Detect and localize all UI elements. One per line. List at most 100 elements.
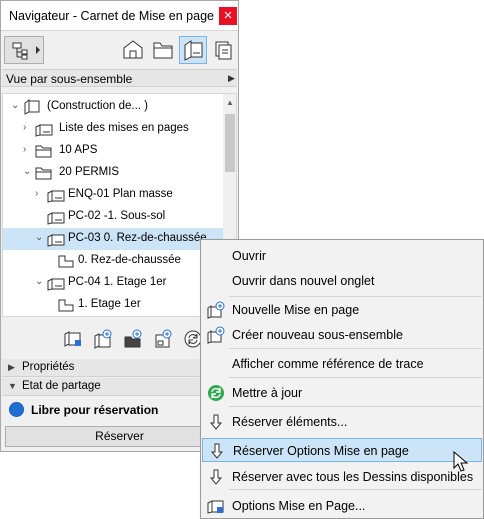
- chevron-down-icon[interactable]: ⌄: [35, 277, 45, 287]
- menu-item[interactable]: Afficher comme référence de trace: [202, 352, 482, 376]
- tree-row-label: Liste des mises en pages: [59, 122, 189, 134]
- view-selector[interactable]: Vue par sous-ensemble ▶: [2, 69, 237, 87]
- menu-item[interactable]: Créer nouveau sous-ensemble: [202, 323, 482, 347]
- chevron-down-icon[interactable]: ⌄: [11, 101, 21, 111]
- layout-book-button[interactable]: [179, 36, 207, 64]
- layout-settings-icon: [64, 331, 81, 347]
- menu-item[interactable]: Options Mise en Page...: [202, 494, 482, 518]
- tree-row-label: PC-04 1. Etage 1er: [68, 276, 167, 288]
- chevron-right-icon[interactable]: ›: [23, 145, 33, 155]
- title-bar: Navigateur - Carnet de Mise en page ×: [1, 1, 238, 31]
- reservation-status: Libre pour réservation: [7, 400, 207, 420]
- new-subset-button[interactable]: [123, 329, 143, 349]
- menu-item-label: Réserver avec tous les Dessins disponibl…: [232, 470, 474, 484]
- new-master-icon: [155, 329, 172, 348]
- window-title: Navigateur - Carnet de Mise en page: [9, 9, 214, 23]
- layout-icon: [47, 275, 65, 291]
- menu-separator: [229, 377, 481, 378]
- reserve-arrow-icon: [207, 413, 225, 431]
- new-master-button[interactable]: [153, 329, 173, 349]
- tree-row[interactable]: › Liste des mises en pages: [3, 118, 223, 140]
- reserve-arrow-icon: [207, 468, 225, 486]
- context-menu: Ouvrir Ouvrir dans nouvel onglet Nouvelle …: [200, 239, 484, 519]
- tree-row[interactable]: 0. Rez-de-chaussée: [3, 250, 223, 272]
- chevron-right-icon[interactable]: ›: [35, 189, 45, 199]
- tree-structure-icon: [12, 42, 40, 60]
- menu-item[interactable]: Mettre à jour: [202, 381, 482, 405]
- new-subset-icon: [207, 326, 225, 344]
- tree-row-label: 10 APS: [59, 144, 98, 156]
- menu-item-label: Ouvrir dans nouvel onglet: [232, 274, 375, 288]
- status-dot-icon: [9, 402, 24, 417]
- menu-item-label: Mettre à jour: [232, 386, 303, 400]
- tree-row[interactable]: ⌄ (Construction de... ): [3, 96, 223, 118]
- layout-icon: [47, 187, 65, 203]
- view-selector-label: Vue par sous-ensemble: [6, 72, 133, 86]
- tree-row[interactable]: › ENQ-01 Plan masse: [3, 184, 223, 206]
- tree-row[interactable]: PC-02 -1. Sous-sol: [3, 206, 223, 228]
- close-button[interactable]: ×: [219, 7, 237, 25]
- menu-item[interactable]: Réserver Options Mise en page: [202, 438, 482, 462]
- close-icon: ×: [223, 7, 233, 24]
- menu-item-label: Ouvrir: [232, 249, 267, 263]
- status-label: Libre pour réservation: [31, 403, 159, 417]
- view-map-button[interactable]: [149, 36, 177, 64]
- folder-icon: [35, 165, 53, 181]
- menu-separator: [229, 489, 481, 490]
- tree-row[interactable]: › 10 APS: [3, 140, 223, 162]
- properties-label: Propriétés: [22, 361, 75, 373]
- tree-row-label: 0. Rez-de-chaussée: [78, 254, 181, 266]
- menu-item[interactable]: Réserver éléments...: [202, 410, 482, 434]
- publisher-icon: [215, 41, 232, 60]
- tree-row-label: PC-03 0. Rez-de-chaussée: [68, 232, 207, 244]
- reserve-arrow-icon: [208, 442, 226, 460]
- drawing-icon: [57, 297, 75, 313]
- book-icon: [23, 99, 41, 115]
- menu-item[interactable]: Nouvelle Mise en page: [202, 298, 482, 322]
- refresh-icon: [207, 384, 225, 402]
- layout-icon: [47, 231, 65, 247]
- sharing-label: Etat de partage: [22, 380, 101, 392]
- menu-item[interactable]: Ouvrir dans nouvel onglet: [202, 269, 482, 293]
- tree-row-label: PC-02 -1. Sous-sol: [68, 210, 166, 222]
- navigator-toolbar: [1, 32, 238, 68]
- chevron-down-icon[interactable]: ⌄: [35, 233, 45, 243]
- tree-row[interactable]: ⌄ PC-04 1. Etage 1er: [3, 272, 223, 294]
- layout-icon: [35, 121, 53, 137]
- tree-row[interactable]: ⌄ PC-03 0. Rez-de-chaussée: [3, 228, 223, 250]
- chevron-right-icon[interactable]: ›: [23, 123, 33, 133]
- menu-item-label: Nouvelle Mise en page: [232, 303, 360, 317]
- scrollbar-thumb[interactable]: [225, 114, 235, 172]
- menu-item-label: Réserver Options Mise en page: [233, 444, 409, 458]
- menu-separator: [229, 348, 481, 349]
- menu-item-label: Options Mise en Page...: [232, 499, 366, 513]
- menu-separator: [229, 406, 481, 407]
- menu-item-label: Afficher comme référence de trace: [232, 357, 424, 371]
- new-layout-button[interactable]: [93, 329, 113, 349]
- chevron-right-icon: ▶: [228, 73, 235, 83]
- layout-icon: [47, 209, 65, 225]
- publisher-sets-button[interactable]: [209, 36, 237, 64]
- new-subset-icon: [124, 329, 142, 348]
- layout-options-icon: [207, 497, 225, 515]
- tree-row-label: (Construction de... ): [47, 100, 148, 112]
- scroll-up-icon[interactable]: ▲: [226, 98, 234, 107]
- project-map-button[interactable]: [119, 36, 147, 64]
- menu-item[interactable]: Ouvrir: [202, 244, 482, 268]
- tree-row[interactable]: 1. Etage 1er: [3, 294, 223, 316]
- menu-item[interactable]: Réserver avec tous les Dessins disponibl…: [202, 465, 482, 489]
- tree-row[interactable]: ⌄ 20 PERMIS: [3, 162, 223, 184]
- tree-row-label: 20 PERMIS: [59, 166, 120, 178]
- navigator-mode-button[interactable]: [4, 36, 44, 64]
- house-icon: [123, 40, 143, 59]
- drawing-icon: [57, 253, 75, 269]
- new-layout-icon: [94, 329, 112, 349]
- menu-item-label: Réserver éléments...: [232, 415, 348, 429]
- layout-book-icon: [184, 40, 203, 61]
- tree-row-label: 1. Etage 1er: [78, 298, 141, 310]
- expand-triangle-icon: ▶: [8, 362, 15, 372]
- layout-settings-button[interactable]: [63, 329, 83, 349]
- folder-icon: [35, 143, 53, 159]
- menu-item-label: Créer nouveau sous-ensemble: [232, 328, 403, 342]
- chevron-down-icon[interactable]: ⌄: [23, 167, 33, 177]
